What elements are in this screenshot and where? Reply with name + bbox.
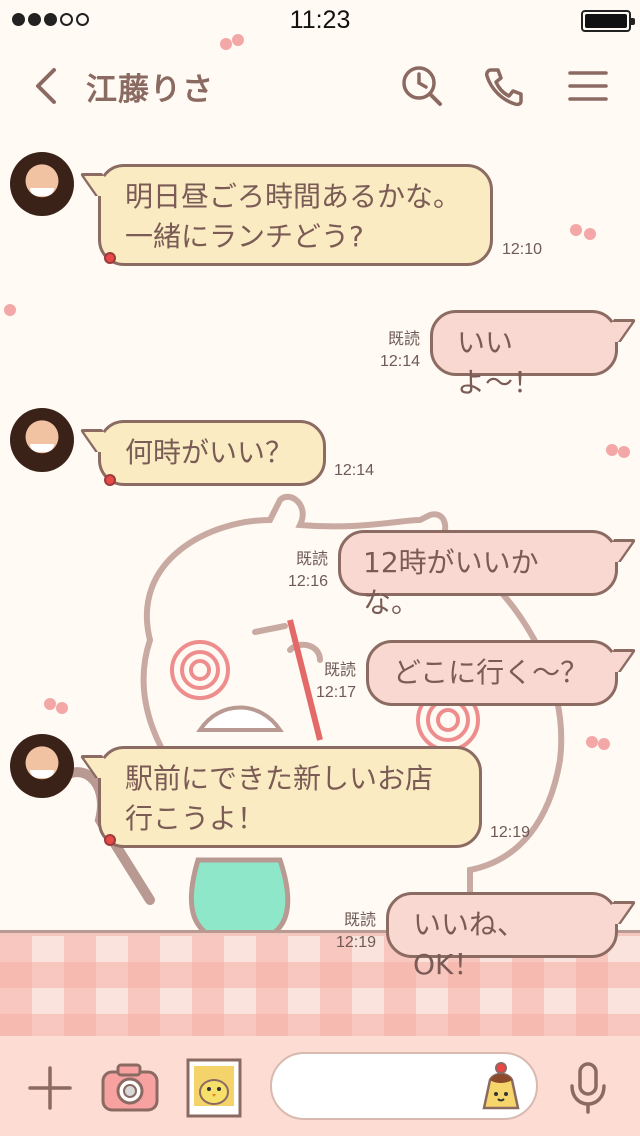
menu-icon[interactable] (566, 64, 610, 108)
read-receipt: 既読 12:16 (276, 549, 328, 593)
battery-fill (585, 14, 627, 28)
search-history-icon[interactable] (400, 64, 444, 108)
message-time: 12:16 (287, 573, 328, 590)
message-bubble[interactable]: 12時がいいかな。 (338, 530, 618, 619)
input-toolbar (0, 1036, 640, 1136)
cherry-icon (104, 252, 116, 264)
read-receipt: 既読 12:19 (324, 910, 376, 954)
camera-icon[interactable] (100, 1062, 160, 1114)
message-time: 12:14 (334, 462, 375, 479)
read-label: 既読 (323, 662, 356, 679)
photo-icon[interactable] (186, 1058, 242, 1118)
read-label: 既読 (387, 331, 420, 348)
plus-icon[interactable] (28, 1066, 72, 1110)
battery-tip (631, 18, 635, 25)
message-bubble[interactable]: 何時がいい？ (98, 420, 326, 486)
avatar[interactable] (10, 408, 74, 472)
cherry-icon (104, 474, 116, 486)
read-label: 既読 (295, 551, 328, 568)
phone-icon[interactable] (482, 64, 526, 108)
chat-screen: 11:23 江藤りさ 明日昼ごろ時間あるかな。 一緒にランチどう? 12:10 (0, 0, 640, 1136)
message-time: 12:19 (490, 824, 531, 841)
avatar[interactable] (10, 152, 74, 216)
message-time: 12:14 (379, 353, 420, 370)
message-time: 12:19 (335, 934, 376, 951)
status-bar: 11:23 (0, 0, 640, 40)
chat-header: 江藤りさ (0, 44, 640, 126)
message-bubble[interactable]: いいね、OK！ (386, 892, 618, 981)
cherry-icon (104, 834, 116, 846)
sticker-icon[interactable] (476, 1058, 526, 1114)
message-bubble[interactable]: どこに行く〜？ (366, 640, 618, 706)
read-receipt: 既読 12:14 (368, 329, 420, 373)
mic-icon[interactable] (568, 1060, 608, 1116)
message-bubble[interactable]: いいよ〜！ (430, 310, 618, 399)
battery-icon (581, 10, 635, 32)
message-bubble[interactable]: 明日昼ごろ時間あるかな。 一緒にランチどう? (98, 164, 493, 266)
back-icon[interactable] (30, 66, 66, 106)
message-bubble[interactable]: 駅前にできた新しいお店 行こうよ！ (98, 746, 482, 848)
message-time: 12:10 (502, 241, 543, 258)
message-time: 12:17 (315, 684, 356, 701)
read-receipt: 既読 12:17 (304, 660, 356, 704)
read-label: 既読 (343, 912, 376, 929)
status-time: 11:23 (289, 6, 351, 34)
contact-name: 江藤りさ (86, 72, 214, 108)
avatar[interactable] (10, 734, 74, 798)
